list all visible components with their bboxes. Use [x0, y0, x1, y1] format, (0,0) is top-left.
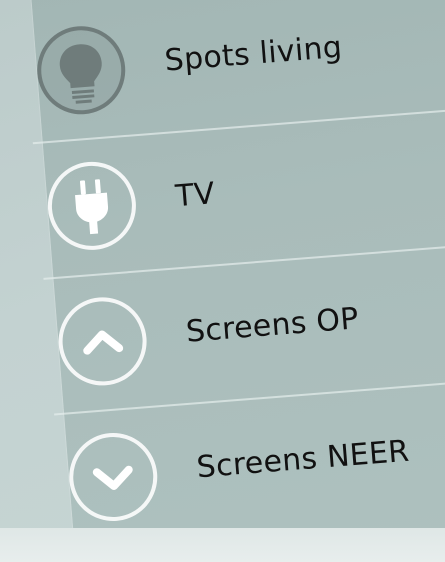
tv-circle[interactable] — [44, 158, 140, 254]
menu-item-label: Screens NEER — [195, 433, 411, 486]
chevron-down-icon — [92, 465, 133, 490]
menu-item-label: TV — [174, 176, 217, 215]
lightbulb-icon — [59, 44, 102, 104]
panel-edge — [0, 528, 445, 562]
spots-living-circle[interactable] — [33, 22, 129, 118]
screens-op-circle[interactable] — [55, 294, 150, 389]
menu-item-label: Spots living — [163, 29, 344, 79]
screens-neer-circle[interactable] — [65, 429, 161, 525]
chevron-up-icon — [83, 330, 124, 355]
plug-icon — [75, 179, 109, 235]
menu-item-label: Screens OP — [184, 301, 360, 350]
scene-menu: Spots living TV Screens OP Screens NEER — [30, 0, 445, 562]
screen-backdrop: Spots living TV Screens OP Screens NEER — [0, 0, 445, 562]
